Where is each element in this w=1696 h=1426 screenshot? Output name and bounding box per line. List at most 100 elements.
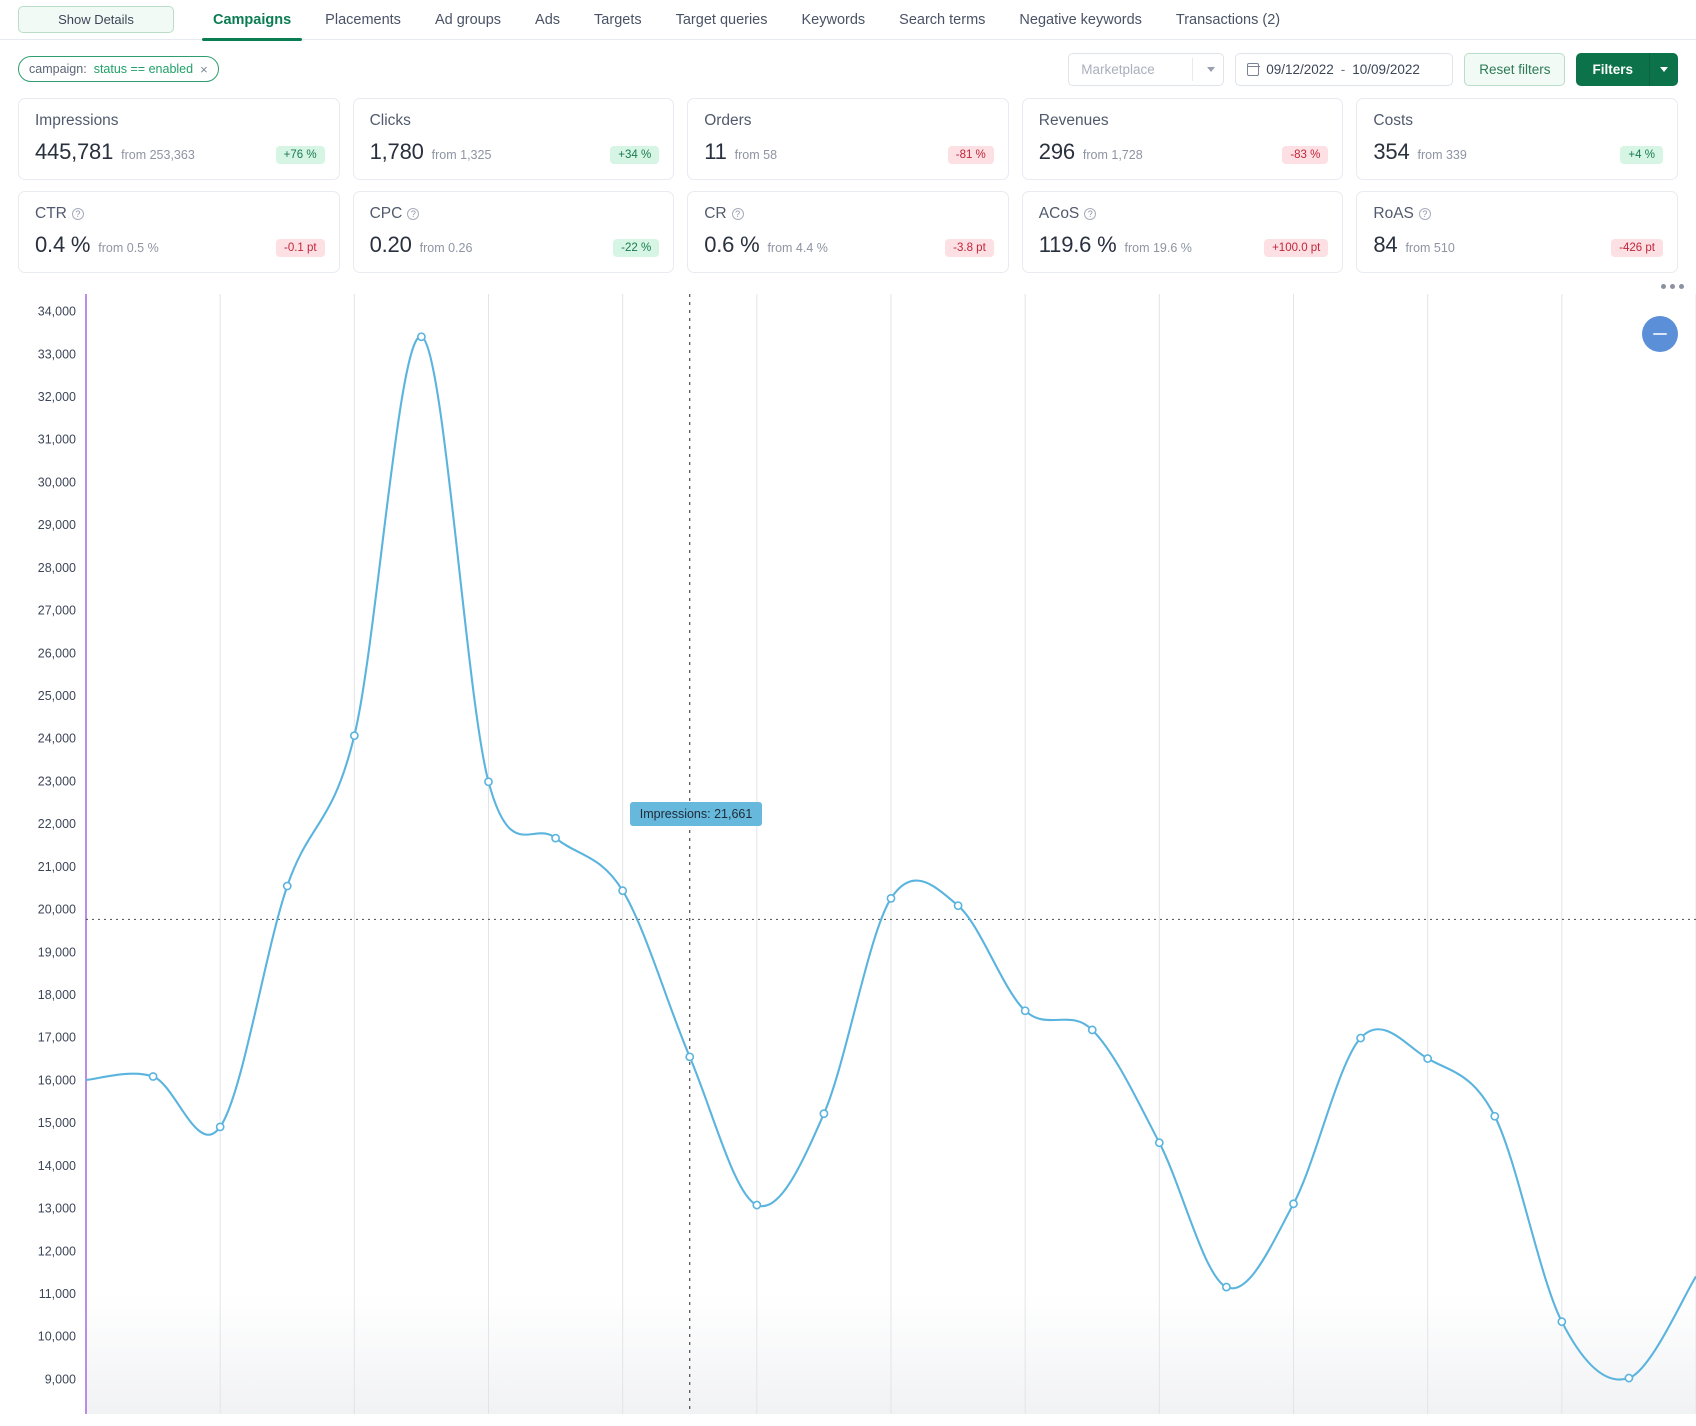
chevron-down-icon bbox=[1660, 66, 1668, 72]
kpi-title: Clicks bbox=[370, 112, 658, 130]
filters-button-group: Filters bbox=[1576, 52, 1678, 86]
kpi-card-clicks[interactable]: Clicks 1,780 from 1,325 +34 % bbox=[352, 98, 675, 180]
svg-text:23,000: 23,000 bbox=[38, 774, 76, 788]
chart-tooltip: Impressions: 21,661 bbox=[629, 802, 763, 827]
filters-button[interactable]: Filters bbox=[1576, 52, 1649, 86]
info-icon[interactable]: ? bbox=[1084, 208, 1097, 220]
svg-text:14,000: 14,000 bbox=[38, 1159, 76, 1173]
svg-text:30,000: 30,000 bbox=[38, 475, 76, 489]
tab-ads[interactable]: Ads bbox=[518, 0, 577, 40]
kpi-previous-value: from 0.26 bbox=[419, 241, 473, 255]
tab-placements[interactable]: Placements bbox=[308, 0, 418, 40]
tab-search-terms[interactable]: Search terms bbox=[882, 0, 1002, 40]
info-icon[interactable]: ? bbox=[1418, 208, 1431, 220]
show-details-label: Show Details bbox=[58, 12, 134, 27]
kpi-title-label: ACoS bbox=[1038, 205, 1080, 222]
kpi-delta-badge: +34 % bbox=[610, 146, 660, 164]
tab-label: Ad groups bbox=[434, 11, 502, 28]
marketplace-select[interactable]: Marketplace bbox=[1068, 52, 1225, 86]
kpi-previous-value: from 1,728 bbox=[1082, 148, 1143, 162]
kpi-previous-value: from 0.5 % bbox=[98, 241, 159, 255]
tab-keywords[interactable]: Keywords bbox=[785, 0, 883, 40]
filter-chip-key: campaign: bbox=[29, 62, 87, 76]
kpi-title: Impressions bbox=[35, 112, 323, 130]
kpi-value: 445,781 bbox=[35, 139, 114, 164]
kpi-previous-value: from 1,325 bbox=[431, 148, 492, 162]
kpi-delta-badge: -22 % bbox=[613, 239, 660, 257]
svg-text:28,000: 28,000 bbox=[38, 561, 76, 575]
info-icon[interactable]: ? bbox=[731, 208, 744, 220]
tab-ad-groups[interactable]: Ad groups bbox=[418, 0, 518, 40]
svg-text:24,000: 24,000 bbox=[38, 732, 76, 746]
svg-text:22,000: 22,000 bbox=[38, 817, 76, 831]
close-icon[interactable]: × bbox=[200, 63, 208, 76]
info-icon[interactable]: ? bbox=[71, 208, 84, 220]
kpi-delta-badge: -0.1 pt bbox=[275, 239, 325, 257]
info-icon[interactable]: ? bbox=[407, 208, 420, 220]
svg-text:16,000: 16,000 bbox=[38, 1073, 76, 1087]
kpi-previous-value: from 253,363 bbox=[121, 148, 195, 162]
kpi-card-impressions[interactable]: Impressions 445,781 from 253,363 +76 % bbox=[18, 98, 340, 180]
kpi-previous-value: from 510 bbox=[1405, 241, 1455, 255]
kpi-value: 0.20 bbox=[369, 232, 412, 257]
kpi-row-secondary: CTR? 0.4 % from 0.5 % -0.1 pt CPC? 0.20 from 0… bbox=[0, 191, 1696, 273]
date-range-end: 10/09/2022 bbox=[1352, 61, 1420, 77]
kpi-title-label: CR bbox=[704, 205, 727, 222]
svg-text:10,000: 10,000 bbox=[38, 1330, 76, 1344]
tab-campaigns[interactable]: Campaigns bbox=[196, 0, 308, 41]
impressions-line-chart[interactable]: 34,000 33,000 32,000 31,000 30,000 29,000 28,0… bbox=[0, 284, 1696, 1414]
tab-target-queries[interactable]: Target queries bbox=[659, 0, 785, 40]
svg-text:27,000: 27,000 bbox=[38, 604, 76, 618]
kpi-title: Costs bbox=[1373, 112, 1661, 130]
kpi-card-costs[interactable]: Costs 354 from 339 +4 % bbox=[1356, 98, 1678, 180]
kpi-value: 0.6 % bbox=[704, 232, 760, 257]
svg-text:12,000: 12,000 bbox=[38, 1244, 76, 1258]
collapse-chart-button[interactable] bbox=[1642, 316, 1678, 352]
kpi-card-cpc[interactable]: CPC? 0.20 from 0.26 -22 % bbox=[352, 191, 675, 273]
show-details-button[interactable]: Show Details bbox=[18, 6, 174, 33]
kpi-value: 354 bbox=[1373, 139, 1410, 164]
filter-chip-campaign-status[interactable]: campaign: status == enabled × bbox=[18, 56, 219, 82]
ellipsis-icon[interactable] bbox=[1661, 284, 1684, 289]
kpi-card-ctr[interactable]: CTR? 0.4 % from 0.5 % -0.1 pt bbox=[18, 191, 340, 273]
kpi-title-label: Impressions bbox=[35, 112, 119, 129]
tab-label: Search terms bbox=[899, 11, 986, 28]
marketplace-placeholder: Marketplace bbox=[1081, 61, 1155, 77]
kpi-title: ACoS? bbox=[1039, 205, 1327, 223]
svg-text:31,000: 31,000 bbox=[38, 433, 76, 447]
tab-targets[interactable]: Targets bbox=[577, 0, 659, 40]
kpi-value: 11 bbox=[704, 139, 727, 164]
kpi-card-orders[interactable]: Orders 11 from 58 -81 % bbox=[687, 98, 1009, 180]
kpi-card-revenues[interactable]: Revenues 296 from 1,728 -83 % bbox=[1021, 98, 1344, 180]
kpi-title-label: CTR bbox=[35, 205, 67, 222]
kpi-title: Orders bbox=[704, 112, 992, 130]
kpi-value: 296 bbox=[1038, 139, 1075, 164]
svg-text:26,000: 26,000 bbox=[38, 646, 76, 660]
svg-text:19,000: 19,000 bbox=[38, 945, 76, 959]
reset-filters-button[interactable]: Reset filters bbox=[1464, 52, 1566, 86]
kpi-card-acos[interactable]: ACoS? 119.6 % from 19.6 % +100.0 pt bbox=[1021, 191, 1344, 273]
kpi-title-label: Orders bbox=[704, 112, 752, 129]
kpi-delta-badge: -426 pt bbox=[1611, 239, 1663, 257]
svg-text:25,000: 25,000 bbox=[38, 689, 76, 703]
tab-label: Placements bbox=[325, 11, 401, 28]
kpi-value: 1,780 bbox=[369, 139, 424, 164]
filters-button-label: Filters bbox=[1592, 61, 1633, 77]
kpi-card-roas[interactable]: RoAS? 84 from 510 -426 pt bbox=[1356, 191, 1678, 273]
tab-transactions-2[interactable]: Transactions (2) bbox=[1159, 0, 1297, 40]
tab-negative-keywords[interactable]: Negative keywords bbox=[1002, 0, 1159, 40]
calendar-icon bbox=[1246, 62, 1260, 76]
kpi-title: CTR? bbox=[35, 205, 323, 223]
tab-list: Campaigns Placements Ad groups Ads Targets Ta… bbox=[196, 0, 1297, 41]
kpi-value: 0.4 % bbox=[35, 232, 91, 257]
kpi-value: 84 bbox=[1373, 232, 1398, 257]
kpi-title-label: Revenues bbox=[1038, 112, 1109, 129]
reset-filters-label: Reset filters bbox=[1479, 61, 1551, 77]
filters-dropdown-button[interactable] bbox=[1649, 52, 1678, 86]
date-range-start: 09/12/2022 bbox=[1266, 61, 1334, 77]
filter-controls: Marketplace 09/12/2022 - 10/09/2022 Rese… bbox=[1068, 52, 1678, 86]
kpi-title: Revenues bbox=[1039, 112, 1327, 130]
date-range-picker[interactable]: 09/12/2022 - 10/09/2022 bbox=[1235, 52, 1454, 86]
kpi-title: RoAS? bbox=[1373, 205, 1661, 223]
kpi-card-cr[interactable]: CR? 0.6 % from 4.4 % -3.8 pt bbox=[687, 191, 1009, 273]
